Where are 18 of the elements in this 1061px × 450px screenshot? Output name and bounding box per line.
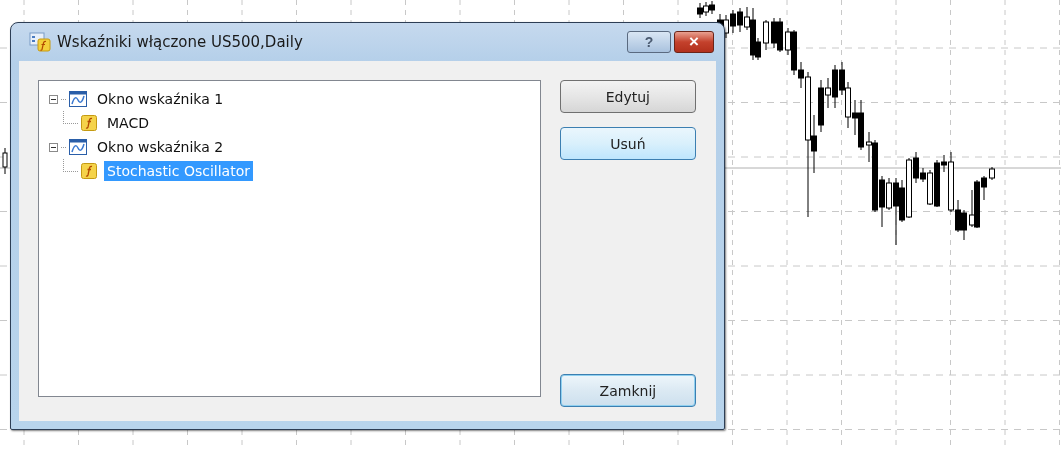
tree-item[interactable]: Okno wskaźnika 2: [94, 137, 227, 157]
dialog-button[interactable]: Usuń: [559, 127, 696, 160]
function-icon: [81, 163, 97, 179]
collapse-icon[interactable]: [49, 94, 58, 104]
tree-item[interactable]: Okno wskaźnika 1: [94, 89, 227, 109]
function-icon: [81, 115, 97, 131]
chart-window-icon: [69, 91, 87, 107]
dialog-button[interactable]: Edytuj: [559, 80, 696, 113]
chart-window-icon: [69, 139, 87, 155]
dialog-button[interactable]: Zamknij: [559, 374, 696, 407]
tree-item[interactable]: MACD: [104, 113, 152, 133]
indicator-list-icon: [29, 32, 51, 52]
close-button[interactable]: ×: [674, 31, 714, 53]
help-button[interactable]: ?: [627, 31, 671, 53]
candlestick: [989, 166, 995, 181]
collapse-icon[interactable]: [49, 142, 58, 152]
candlestick: [763, 19, 769, 51]
window-title: Wskaźniki włączone US500,Daily: [57, 33, 303, 51]
